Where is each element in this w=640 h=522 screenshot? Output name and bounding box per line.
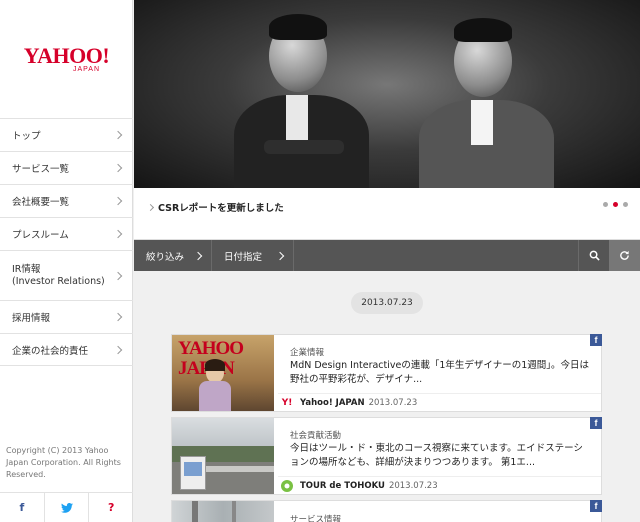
copyright-text: Copyright (C) 2013 Yahoo Japan Corporati… (6, 446, 121, 479)
card-title: MdN Design Interactiveの連載「1年生デザイナーの1週間」。… (290, 360, 589, 385)
sidebar-item-recruit[interactable]: 採用情報 (0, 300, 133, 333)
sidebar-item-company[interactable]: 会社概要一覧 (0, 184, 133, 217)
hero-caption-text: CSRレポートを更新しました (158, 203, 284, 214)
twitter-icon[interactable]: t (45, 493, 90, 522)
slide-indicator (603, 202, 628, 207)
sidebar-item-label: 採用情報 (12, 313, 51, 324)
social-bar: f t ? (0, 492, 133, 522)
chevron-right-icon (113, 229, 123, 239)
card-meta: Y! Yahoo! JAPAN 2013.07.23 (278, 393, 601, 411)
card-date: 2013.07.23 (368, 397, 418, 408)
facebook-icon[interactable]: f (590, 334, 602, 346)
card-category: サービス情報 (290, 515, 342, 522)
sidebar-item-pressroom[interactable]: プレスルーム (0, 217, 133, 250)
person-left-figure (224, 0, 374, 188)
yahoo-source-icon: Y! (281, 397, 293, 408)
person-right-figure (409, 0, 559, 188)
logo-sub-text: JAPAN (72, 66, 101, 73)
chevron-right-icon (113, 196, 123, 206)
news-card[interactable]: 社会貢献活動 今日はツール・ド・東北のコース視察に来ています。エイドステーション… (171, 417, 602, 495)
card-category: 企業情報 (290, 348, 325, 358)
slide-dot[interactable] (623, 202, 628, 207)
search-button[interactable] (578, 240, 609, 271)
filter-bar: 絞り込み 日付指定 (134, 240, 640, 271)
sidebar-item-top[interactable]: トップ (0, 118, 133, 151)
refresh-button[interactable] (609, 240, 640, 271)
facebook-icon[interactable]: f (0, 493, 45, 522)
yahoo-japan-logo[interactable]: YAHOO! JAPAN (0, 0, 133, 118)
chevron-right-icon (193, 251, 203, 260)
sidebar-item-label: プレスルーム (12, 230, 69, 241)
date-filter-button[interactable]: 日付指定 (212, 240, 294, 271)
ir-label: IR情報 (12, 263, 41, 275)
logo-main-text: YAHOO! (23, 43, 110, 68)
chevron-right-icon (113, 312, 123, 322)
sidebar-item-ir[interactable]: IR情報 (Investor Relations) (0, 250, 133, 300)
card-source[interactable]: TOUR de TOHOKU (300, 481, 385, 491)
chevron-right-icon (146, 203, 155, 212)
sidebar-item-label: トップ (12, 131, 41, 142)
slide-dot-active[interactable] (613, 202, 618, 207)
facebook-icon[interactable]: f (590, 500, 602, 512)
chevron-right-icon (113, 271, 123, 280)
narrow-filter-button[interactable]: 絞り込み (134, 240, 212, 271)
chevron-right-icon (113, 130, 123, 140)
slide-dot[interactable] (603, 202, 608, 207)
card-date: 2013.07.23 (388, 480, 438, 491)
app-root: YAHOO! JAPAN トップ サービス一覧 会社概要一覧 プレスルーム IR… (0, 0, 640, 522)
sidebar-nav: トップ サービス一覧 会社概要一覧 プレスルーム IR情報 (Investor … (0, 118, 133, 366)
thumbnail-sign-text: YAHOO JAPAN (178, 338, 244, 379)
hero-image[interactable] (134, 0, 640, 188)
card-source[interactable]: Yahoo! JAPAN (300, 398, 365, 408)
news-thumbnail (172, 418, 274, 494)
chevron-right-icon (275, 251, 285, 260)
tour-de-tohoku-icon (278, 477, 296, 494)
card-meta: TOUR de TOHOKU 2013.07.23 (278, 476, 601, 494)
facebook-icon[interactable]: f (590, 417, 602, 429)
sidebar-item-services[interactable]: サービス一覧 (0, 151, 133, 184)
sidebar-item-csr[interactable]: 企業の社会的責任 (0, 333, 133, 366)
sidebar: YAHOO! JAPAN トップ サービス一覧 会社概要一覧 プレスルーム IR… (0, 0, 133, 522)
news-card[interactable]: YAHOO JAPAN 企業情報 MdN Design Interactiveの… (171, 334, 602, 412)
date-group-label: 2013.07.23 (351, 292, 423, 314)
sidebar-item-label: IR情報 (Investor Relations) (12, 264, 105, 288)
news-thumbnail: YAHOO JAPAN (172, 335, 274, 411)
news-card[interactable]: サービス情報 f (171, 500, 602, 522)
sidebar-item-label: サービス一覧 (12, 164, 70, 175)
help-icon[interactable]: ? (89, 493, 133, 522)
date-filter-label: 日付指定 (224, 251, 263, 263)
news-thumbnail (172, 501, 274, 522)
narrow-filter-label: 絞り込み (146, 251, 185, 263)
card-title: 今日はツール・ド・東北のコース視察に来ています。エイドステーションの場所なども、… (290, 443, 583, 468)
card-category: 社会貢献活動 (290, 431, 342, 441)
chevron-right-icon (113, 345, 123, 354)
search-icon (589, 250, 600, 261)
ir-label-sub: (Investor Relations) (12, 275, 105, 287)
sidebar-item-label: 会社概要一覧 (12, 197, 70, 208)
hero-caption[interactable]: CSRレポートを更新しました (134, 188, 640, 240)
chevron-right-icon (113, 163, 123, 173)
refresh-icon (620, 250, 629, 260)
sidebar-item-label: 企業の社会的責任 (12, 345, 89, 357)
